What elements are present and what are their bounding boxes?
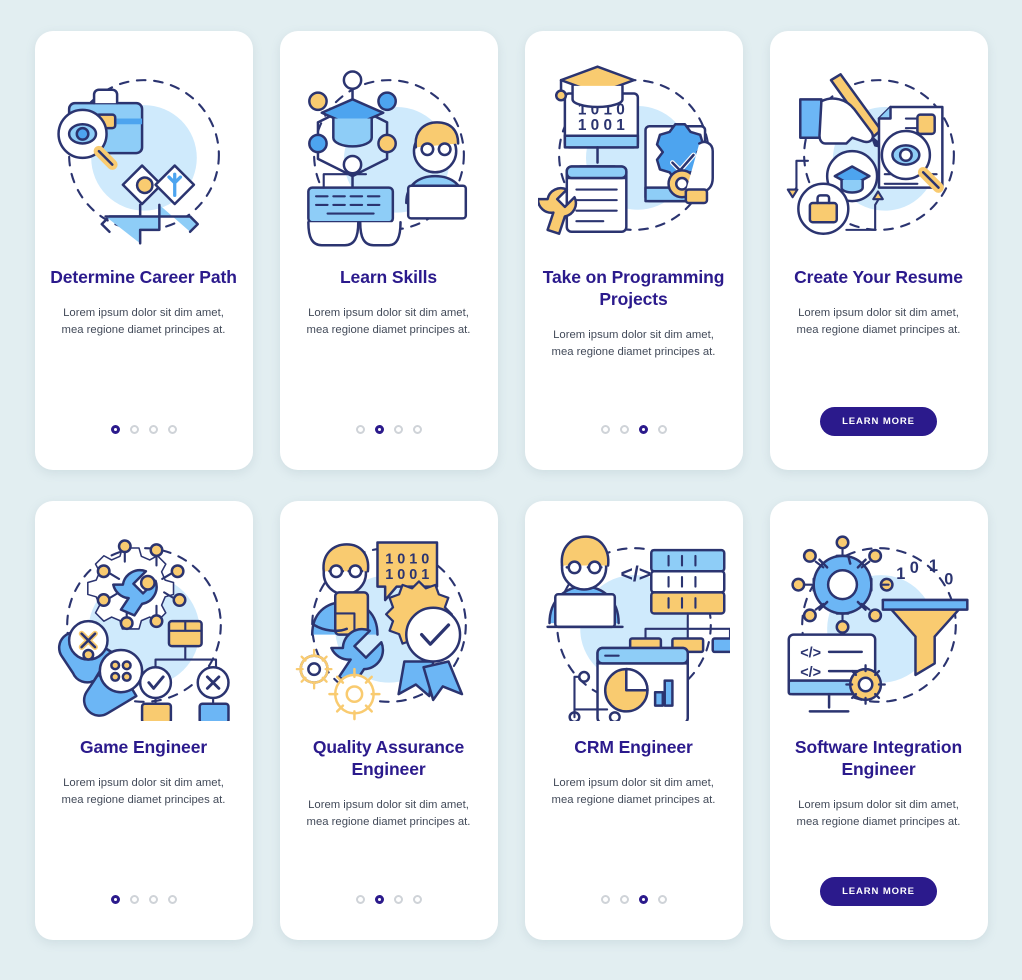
pagination-dot-1[interactable] xyxy=(110,895,120,904)
pagination-dot-3[interactable] xyxy=(393,425,403,434)
onboarding-card-crm-engineer[interactable]: </> CRM Engineer Lorem ipsum dolor sit d… xyxy=(524,501,743,940)
resume-writing-icon xyxy=(783,59,975,251)
programming-projects-icon: 1 0 1 0 1 0 0 1 xyxy=(537,59,730,251)
software-integration-icon: 1 0 1 0 </> </> xyxy=(783,529,975,721)
pagination-dot-4[interactable] xyxy=(412,425,422,434)
pagination-dot-2[interactable] xyxy=(129,895,139,904)
pagination-dot-4[interactable] xyxy=(657,425,667,434)
pagination-dot-1[interactable] xyxy=(110,425,120,434)
card-title: Take on Programming Projects xyxy=(542,267,725,309)
quality-assurance-icon: 1 0 1 0 1 0 0 1 xyxy=(293,529,485,721)
code-glyph: </> xyxy=(620,563,651,586)
pagination-dot-3[interactable] xyxy=(638,895,648,904)
card-description: Lorem ipsum dolor sit dim amet, mea regi… xyxy=(796,306,961,337)
card-title: Game Engineer xyxy=(79,737,208,757)
binary-row-1: 1 0 1 0 xyxy=(385,552,429,568)
onboarding-card-software-integration-engineer[interactable]: 1 0 1 0 </> </> Software Integration Eng… xyxy=(769,501,988,940)
pagination-dot-4[interactable] xyxy=(167,425,177,434)
binary-row-2: 1 0 0 1 xyxy=(385,567,429,583)
card-description: Lorem ipsum dolor sit dim amet, mea regi… xyxy=(796,798,961,829)
pagination-dot-1[interactable] xyxy=(355,895,365,904)
card-description: Lorem ipsum dolor sit dim amet, mea regi… xyxy=(306,798,471,829)
binary-digit-1: 1 xyxy=(896,565,905,583)
pagination-dot-1[interactable] xyxy=(600,425,610,434)
binary-digit-4: 0 xyxy=(944,571,953,589)
card-title: CRM Engineer xyxy=(574,737,693,757)
pagination-dot-2[interactable] xyxy=(129,425,139,434)
learning-network-icon xyxy=(293,59,485,251)
card-description: Lorem ipsum dolor sit dim amet, mea regi… xyxy=(551,776,716,807)
pagination-dot-1[interactable] xyxy=(600,895,610,904)
pagination-dots[interactable] xyxy=(110,425,177,434)
pagination-dots[interactable] xyxy=(355,425,422,434)
card-title: Determine Career Path xyxy=(50,267,237,287)
onboarding-card-learn-skills[interactable]: Learn Skills Lorem ipsum dolor sit dim a… xyxy=(279,31,498,470)
pagination-dots[interactable] xyxy=(355,895,422,904)
code-glyph-1: </> xyxy=(800,646,821,662)
binary-row-2: 1 0 0 1 xyxy=(577,117,624,134)
onboarding-card-determine-career-path[interactable]: Determine Career Path Lorem ipsum dolor … xyxy=(34,31,253,470)
onboarding-card-game-engineer[interactable]: Game Engineer Lorem ipsum dolor sit dim … xyxy=(34,501,253,940)
code-glyph-2: </> xyxy=(800,665,821,681)
onboarding-card-quality-assurance-engineer[interactable]: 1 0 1 0 1 0 0 1 Quality Assurance Engine… xyxy=(279,501,498,940)
crm-engineer-icon: </> xyxy=(538,529,730,721)
onboarding-card-take-on-programming-projects[interactable]: 1 0 1 0 1 0 0 1 Take on Programming Proj… xyxy=(524,31,743,470)
pagination-dot-3[interactable] xyxy=(393,895,403,904)
game-engineer-icon xyxy=(48,529,240,721)
pagination-dot-3[interactable] xyxy=(148,895,158,904)
pagination-dot-2[interactable] xyxy=(374,895,384,904)
binary-digit-2: 0 xyxy=(909,559,918,577)
pagination-dot-3[interactable] xyxy=(638,425,648,434)
card-description: Lorem ipsum dolor sit dim amet, mea regi… xyxy=(61,306,226,337)
learn-more-button[interactable]: LEARN MORE xyxy=(820,407,937,436)
pagination-dots[interactable] xyxy=(110,895,177,904)
card-description: Lorem ipsum dolor sit dim amet, mea regi… xyxy=(306,306,471,337)
pagination-dot-2[interactable] xyxy=(619,425,629,434)
onboarding-screens-grid: Determine Career Path Lorem ipsum dolor … xyxy=(0,0,1022,980)
card-description: Lorem ipsum dolor sit dim amet, mea regi… xyxy=(61,776,226,807)
card-description: Lorem ipsum dolor sit dim amet, mea regi… xyxy=(551,328,716,359)
card-title: Learn Skills xyxy=(339,267,438,287)
onboarding-card-create-your-resume[interactable]: Create Your Resume Lorem ipsum dolor sit… xyxy=(769,31,988,470)
pagination-dot-4[interactable] xyxy=(167,895,177,904)
career-search-icon xyxy=(48,59,240,251)
card-title: Create Your Resume xyxy=(794,267,963,287)
learn-more-button[interactable]: LEARN MORE xyxy=(820,877,937,906)
pagination-dot-3[interactable] xyxy=(148,425,158,434)
binary-digit-3: 1 xyxy=(928,557,937,575)
card-title: Software Integration Engineer xyxy=(794,737,963,779)
pagination-dots[interactable] xyxy=(600,895,667,904)
pagination-dot-4[interactable] xyxy=(657,895,667,904)
pagination-dots[interactable] xyxy=(600,425,667,434)
card-title: Quality Assurance Engineer xyxy=(312,737,465,779)
pagination-dot-2[interactable] xyxy=(374,425,384,434)
pagination-dot-2[interactable] xyxy=(619,895,629,904)
pagination-dot-4[interactable] xyxy=(412,895,422,904)
pagination-dot-1[interactable] xyxy=(355,425,365,434)
